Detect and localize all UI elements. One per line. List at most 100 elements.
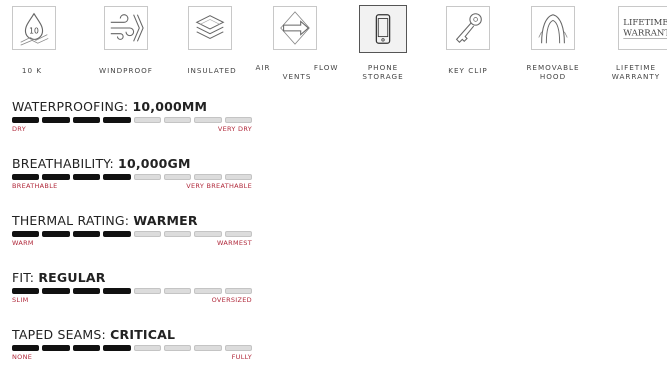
rating-segment-filled: [72, 117, 101, 123]
rating-max-label: FULLY: [231, 353, 252, 361]
rating-segment-empty: [194, 174, 222, 180]
rating-scale: DRY VERY DRY: [12, 125, 252, 133]
rating-segment-empty: [224, 117, 252, 123]
rating-label: THERMAL RATING:: [12, 213, 134, 228]
rating-fit: FIT: REGULAR SLIM OVERSIZED: [12, 269, 262, 326]
rating-segment-empty: [163, 174, 192, 180]
rating-taped-seams: TAPED SEAMS: CRITICAL NONE FULLY: [12, 326, 262, 383]
phone-icon: [359, 5, 407, 53]
rating-thermal: THERMAL RATING: WARMER WARM WARMEST: [12, 212, 262, 269]
hood-icon: [531, 6, 575, 50]
rating-segment-empty: [133, 117, 161, 123]
rating-value: REGULAR: [38, 270, 106, 285]
rating-segment-empty: [133, 288, 161, 294]
rating-max-label: VERY DRY: [217, 125, 252, 133]
rating-segment-empty: [224, 174, 252, 180]
rating-segment-empty: [133, 174, 161, 180]
rating-min-label: NONE: [12, 353, 33, 361]
rating-waterproofing: WATERPROOFING: 10,000MM DRY VERY DRY: [12, 98, 262, 155]
rating-segment-empty: [194, 288, 222, 294]
feature-phone[interactable]: PHONE STORAGE: [341, 0, 425, 90]
feature-windproof[interactable]: WINDPROOF: [84, 0, 168, 90]
rating-label: TAPED SEAMS:: [12, 327, 111, 342]
rating-scale: NONE FULLY: [12, 353, 252, 361]
rating-bar: [12, 345, 252, 351]
feature-label: INSULATED: [187, 66, 237, 75]
key-icon: [446, 6, 490, 50]
rating-segment-empty: [194, 231, 222, 237]
rating-value: 10,000MM: [132, 99, 208, 114]
layers-icon: [188, 6, 232, 50]
feature-icons-row: 10 10 K WINDPROOF INSULATED AIR FLOW VEN…: [0, 0, 667, 90]
rating-segment-filled: [103, 231, 131, 237]
rating-segment-empty: [163, 288, 192, 294]
rating-title: WATERPROOFING: 10,000MM: [12, 98, 262, 115]
rating-bar: [12, 117, 252, 123]
rating-title: THERMAL RATING: WARMER: [12, 212, 262, 229]
warranty-icon-text: WARRANTY: [623, 29, 667, 39]
rating-segment-empty: [163, 117, 192, 123]
warranty-icon: LIFETIMEWARRANTY: [618, 6, 667, 50]
rating-segment-filled: [103, 174, 131, 180]
water-drop-10-icon: 10: [12, 6, 56, 50]
rating-label: WATERPROOFING:: [12, 99, 133, 114]
feature-label: AIR FLOW VENTS: [255, 63, 339, 81]
rating-segment-empty: [224, 288, 252, 294]
feature-label: LIFETIME WARRANTY: [611, 63, 661, 81]
rating-segment-filled: [103, 345, 131, 351]
rating-segment-empty: [224, 345, 252, 351]
rating-title: FIT: REGULAR: [12, 269, 262, 286]
rating-segment-empty: [133, 345, 161, 351]
rating-segment-filled: [12, 174, 40, 180]
feature-10k[interactable]: 10 10 K: [0, 0, 74, 90]
rating-value: 10,000GM: [118, 156, 191, 171]
rating-segment-filled: [42, 174, 70, 180]
feature-label: 10 K: [21, 66, 43, 75]
rating-max-label: VERY BREATHABLE: [186, 182, 252, 190]
rating-segment-filled: [103, 288, 131, 294]
rating-segment-empty: [194, 345, 222, 351]
rating-segment-filled: [42, 117, 70, 123]
rating-scale: BREATHABLE VERY BREATHABLE: [12, 182, 252, 190]
rating-segment-filled: [12, 231, 40, 237]
feature-warranty[interactable]: LIFETIMEWARRANTY LIFETIME WARRANTY: [596, 0, 667, 90]
feature-label: REMOVABLE HOOD: [526, 63, 580, 81]
feature-label: KEY CLIP: [448, 66, 488, 75]
rating-segment-empty: [194, 117, 222, 123]
rating-bar: [12, 231, 252, 237]
feature-label: WINDPROOF: [99, 66, 153, 75]
rating-segment-empty: [163, 345, 192, 351]
rating-max-label: OVERSIZED: [211, 296, 252, 304]
rating-label: FIT:: [12, 270, 39, 285]
rating-segment-filled: [42, 231, 70, 237]
rating-min-label: WARM: [12, 239, 34, 247]
rating-bar: [12, 174, 252, 180]
rating-bar: [12, 288, 252, 294]
rating-segment-filled: [42, 345, 70, 351]
warranty-icon-text: LIFETIME: [623, 18, 667, 28]
rating-segment-filled: [12, 345, 40, 351]
rating-segment-filled: [12, 117, 40, 123]
rating-segment-empty: [133, 231, 161, 237]
rating-segment-filled: [72, 345, 101, 351]
rating-segment-filled: [12, 288, 40, 294]
rating-segment-filled: [72, 231, 101, 237]
rating-max-label: WARMEST: [217, 239, 252, 247]
rating-min-label: BREATHABLE: [12, 182, 58, 190]
feature-label: PHONE STORAGE: [362, 63, 404, 81]
rating-value: WARMER: [133, 213, 198, 228]
feature-airflow[interactable]: AIR FLOW VENTS: [255, 0, 339, 90]
rating-value: CRITICAL: [110, 327, 176, 342]
wind-icon: [104, 6, 148, 50]
rating-segment-filled: [72, 288, 101, 294]
feature-keyclip[interactable]: KEY CLIP: [426, 0, 510, 90]
feature-hood[interactable]: REMOVABLE HOOD: [511, 0, 595, 90]
rating-label: BREATHABILITY:: [12, 156, 119, 171]
rating-segment-filled: [72, 174, 101, 180]
ratings-list: WATERPROOFING: 10,000MM DRY VERY DRY BREA…: [12, 98, 262, 383]
feature-insulated[interactable]: INSULATED: [170, 0, 254, 90]
rating-segment-filled: [103, 117, 131, 123]
svg-text:10: 10: [29, 27, 39, 36]
rating-min-label: SLIM: [12, 296, 29, 304]
rating-min-label: DRY: [12, 125, 26, 133]
